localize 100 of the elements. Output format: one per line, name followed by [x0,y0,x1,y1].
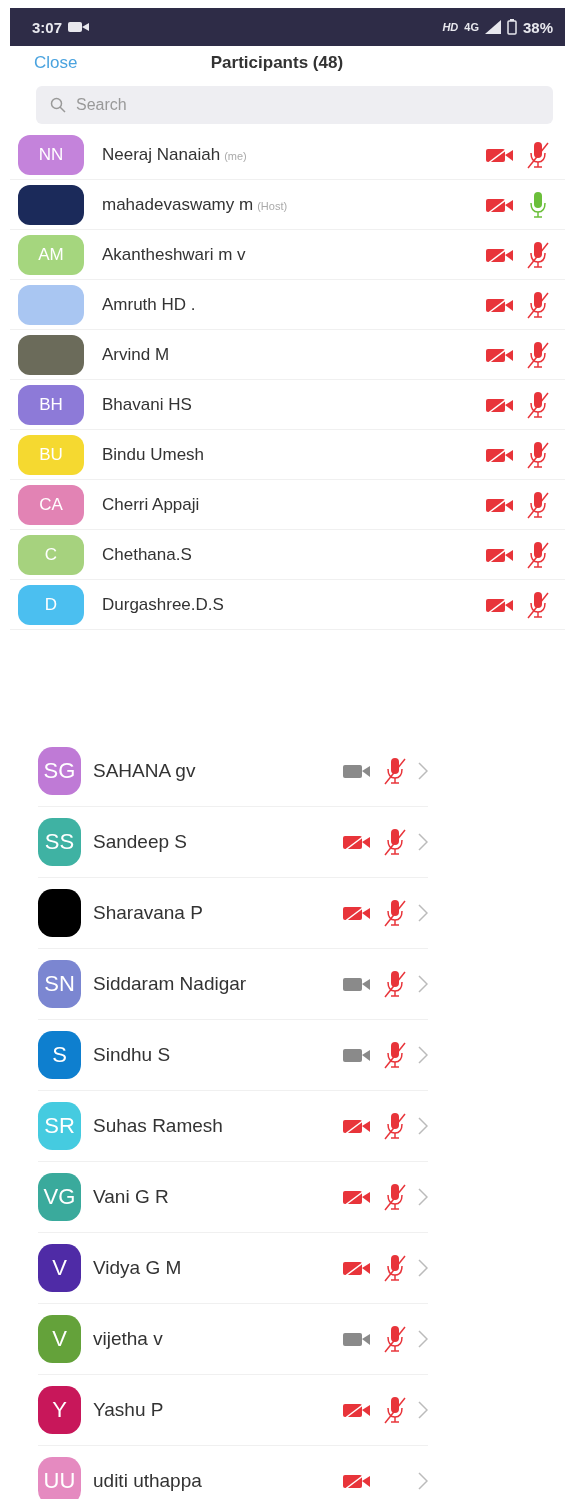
microphone-muted-icon [382,898,408,928]
microphone-muted-icon [382,1182,408,1212]
search-field[interactable]: Search [36,86,553,124]
participant-row[interactable]: CA Cherri Appaji [10,480,565,530]
avatar: SG [38,747,81,795]
status-time: 3:07 [32,18,63,36]
participant-row[interactable]: mahadevaswamy m (Host) [10,180,565,230]
participant-row[interactable]: D Durgashree.D.S [10,580,565,630]
chevron-right-icon[interactable] [418,1401,428,1419]
chevron-right-icon[interactable] [418,762,428,780]
participant-row[interactable]: SN Siddaram Nadigar [38,949,428,1020]
avatar: AM [18,234,84,275]
network-label: HD [442,21,459,33]
participant-row[interactable]: V vijetha v [38,1304,428,1375]
microphone-muted-icon [525,139,551,170]
participant-name: Suhas Ramesh [93,1115,224,1137]
search-icon [50,97,66,113]
avatar: VG [38,1173,81,1221]
participant-name: Arvind M [102,344,171,365]
signal-icon [484,20,501,34]
participant-name: Bindu Umesh [102,444,206,465]
participant-row[interactable]: AM Akantheshwari m v [10,230,565,280]
participant-row[interactable]: SR Suhas Ramesh [38,1091,428,1162]
microphone-muted-icon [382,1040,408,1070]
microphone-muted-icon [525,289,551,320]
chevron-right-icon[interactable] [418,1188,428,1206]
microphone-muted-icon [382,756,408,786]
battery-icon [506,19,517,35]
participant-name: uditi uthappa [93,1470,203,1492]
chevron-right-icon[interactable] [418,833,428,851]
chevron-right-icon[interactable] [418,904,428,922]
avatar: BU [18,434,84,475]
participant-name: vijetha v [93,1328,164,1350]
search-input[interactable]: Search [74,95,539,115]
participant-row[interactable]: C Chethana.S [10,530,565,580]
avatar: C [18,534,84,575]
avatar: NN [18,134,84,175]
participant-row[interactable]: BH Bhavani HS [10,380,565,430]
participant-row[interactable]: Amruth HD . [10,280,565,330]
participant-name: Bhavani HS [102,394,193,415]
participant-name: Cherri Appaji [102,494,201,515]
participant-name: Sandeep S [93,831,189,853]
microphone-muted-icon [525,389,551,420]
chevron-right-icon[interactable] [418,1472,428,1490]
signal-label: 4G [464,21,479,33]
participant-name: Vidya G M [93,1257,183,1279]
participant-row[interactable]: Sharavana P [38,878,428,949]
avatar: UU [38,1457,81,1499]
avatar: SS [38,818,81,866]
participant-row[interactable]: S Sindhu S [38,1020,428,1091]
participant-name: Vani G R [93,1186,170,1208]
chevron-right-icon[interactable] [418,1046,428,1064]
participant-row[interactable]: UU uditi uthappa [38,1446,428,1499]
microphone-muted-icon [382,1253,408,1283]
chevron-right-icon[interactable] [418,1117,428,1135]
participant-row[interactable]: SG SAHANA gv [38,736,428,807]
participant-row[interactable]: V Vidya G M [38,1233,428,1304]
avatar: CA [18,484,84,525]
chevron-right-icon[interactable] [418,975,428,993]
participant-name: SAHANA gv [93,760,197,782]
participant-name: Chethana.S [102,544,193,565]
participant-name: Akantheshwari m v [102,244,247,265]
microphone-muted-icon [382,1395,408,1425]
microphone-muted-icon [525,539,551,570]
chevron-right-icon[interactable] [418,1259,428,1277]
microphone-muted-icon [382,1111,408,1141]
participant-row[interactable]: SS Sandeep S [38,807,428,878]
avatar: D [18,584,84,625]
page-title: Participants (48) [210,53,344,73]
microphone-muted-icon [525,589,551,620]
participant-name: Yashu P [93,1399,165,1421]
microphone-muted-icon [382,1324,408,1354]
microphone-muted-icon [382,969,408,999]
participant-row[interactable]: Arvind M [10,330,565,380]
chevron-right-icon[interactable] [418,1330,428,1348]
avatar: BH [18,384,84,425]
participant-row[interactable]: VG Vani G R [38,1162,428,1233]
microphone-muted-icon [525,339,551,370]
participant-name: Amruth HD . [102,294,197,315]
participant-name: Durgashree.D.S [102,594,225,615]
participant-row[interactable]: NN Neeraj Nanaiah (me) [10,130,565,180]
microphone-muted-icon [525,439,551,470]
participant-name: Sharavana P [93,902,204,924]
participant-name: Siddaram Nadigar [93,973,248,995]
avatar: Y [38,1386,81,1434]
microphone-muted-icon [525,489,551,520]
participant-row[interactable]: BU Bindu Umesh [10,430,565,480]
avatar: V [38,1244,81,1292]
participant-row[interactable]: Y Yashu P [38,1375,428,1446]
avatar: V [38,1315,81,1363]
microphone-muted-icon [382,827,408,857]
avatar: SN [38,960,81,1008]
participant-name: Sindhu S [93,1044,172,1066]
participant-name: mahadevaswamy m (Host) [102,194,289,215]
avatar: S [38,1031,81,1079]
participant-name: Neeraj Nanaiah (me) [102,144,248,165]
microphone-muted-icon [525,239,551,270]
avatar: SR [38,1102,81,1150]
battery-level: 38% [522,18,553,36]
video-camera-icon [68,21,91,33]
